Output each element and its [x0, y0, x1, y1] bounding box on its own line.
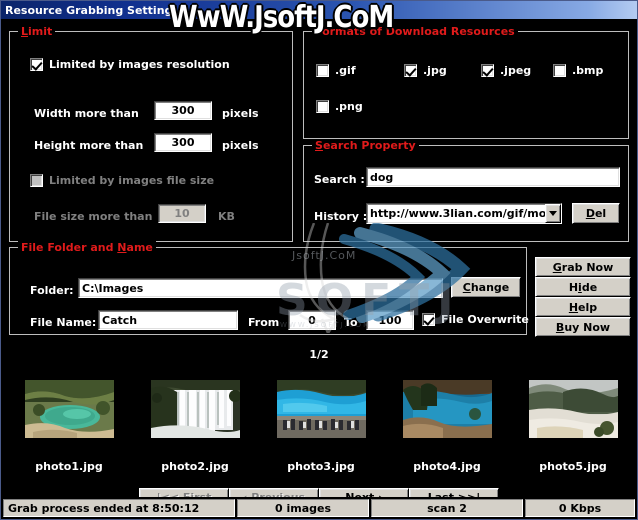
- format-label-jpg: .jpg: [423, 64, 447, 77]
- search-property-group: Search Property Search : dog History : h…: [303, 139, 629, 242]
- format-checkbox-png[interactable]: .png: [316, 100, 363, 113]
- status-speed: 0 Kbps: [525, 499, 635, 517]
- checkbox-box[interactable]: [404, 64, 417, 77]
- search-input-value: dog: [370, 170, 394, 184]
- status-message: Grab process ended at 8:50:12: [3, 499, 235, 517]
- width-unit-label: pixels: [222, 107, 259, 120]
- thumbnail-name-5: photo5.jpg: [539, 460, 607, 473]
- file-folder-group: File Folder and Name Folder: C:\Images C…: [9, 241, 529, 335]
- filesize-unit-label: KB: [218, 210, 235, 223]
- format-label-gif: .gif: [335, 64, 356, 77]
- file-folder-legend: File Folder and Name: [18, 241, 156, 254]
- help-button[interactable]: Help: [535, 297, 631, 317]
- format-label-png: .png: [335, 100, 363, 113]
- status-bar: Grab process ended at 8:50:12 0 images s…: [1, 497, 637, 519]
- status-images-count: 0 images: [237, 499, 369, 517]
- thumbnail-image-4[interactable]: [403, 380, 492, 438]
- to-label: To: [344, 316, 358, 329]
- format-label-jpeg: .jpeg: [500, 64, 532, 77]
- checkbox-box[interactable]: [30, 174, 43, 187]
- format-checkbox-jpg[interactable]: .jpg: [404, 64, 447, 77]
- filesize-input[interactable]: 10: [158, 204, 206, 223]
- thumbnail-name-1: photo1.jpg: [35, 460, 103, 473]
- file-name-input[interactable]: Catch: [98, 310, 238, 330]
- page-indicator: 1/2: [309, 348, 329, 361]
- limit-by-filesize-checkbox[interactable]: Limited by images file size: [30, 174, 214, 187]
- height-unit-label: pixels: [222, 139, 259, 152]
- thumbnail-image-3[interactable]: [277, 380, 366, 438]
- format-checkbox-jpeg[interactable]: .jpeg: [481, 64, 531, 77]
- photo-preview: [529, 380, 618, 438]
- height-input[interactable]: 300: [154, 133, 212, 152]
- width-more-than-label: Width more than: [34, 107, 139, 120]
- search-input[interactable]: dog: [366, 167, 620, 187]
- width-input[interactable]: 300: [154, 101, 212, 120]
- height-input-value: 300: [171, 136, 195, 149]
- format-label-bmp: .bmp: [572, 64, 604, 77]
- client-area: Limit Limited by images resolution Width…: [1, 19, 637, 507]
- grab-now-button[interactable]: Grab Now: [535, 257, 631, 277]
- change-folder-button[interactable]: Change: [451, 277, 521, 298]
- file-name-input-value: Catch: [102, 313, 138, 327]
- photo-preview: [403, 380, 492, 438]
- file-overwrite-label: File Overwrite: [441, 313, 529, 326]
- height-more-than-label: Height more than: [34, 139, 144, 152]
- thumbnail-name-2: photo2.jpg: [161, 460, 229, 473]
- checkbox-box[interactable]: [422, 313, 435, 326]
- filesize-more-than-label: File size more than: [34, 210, 153, 223]
- from-input-value: 0: [308, 313, 316, 327]
- checkbox-box[interactable]: [481, 64, 494, 77]
- file-overwrite-checkbox[interactable]: File Overwrite: [422, 313, 529, 326]
- window-title: Resource Grabbing Setting: [5, 3, 173, 17]
- folder-input-value: C:\Images: [82, 281, 144, 295]
- history-value: http://www.3lian.com/gif/more.: [370, 207, 545, 220]
- limit-by-resolution-checkbox[interactable]: Limited by images resolution: [30, 58, 230, 71]
- chevron-down-icon[interactable]: [545, 204, 561, 223]
- photo-preview: [25, 380, 114, 438]
- hide-button[interactable]: Hi de: [535, 277, 631, 297]
- thumbnail-image-5[interactable]: [529, 380, 618, 438]
- thumbnail-name-3: photo3.jpg: [287, 460, 355, 473]
- limit-by-filesize-label: Limited by images file size: [49, 174, 215, 187]
- formats-group-legend: Formats of Download Resources: [312, 25, 518, 38]
- filesize-input-value: 10: [174, 207, 190, 220]
- to-input[interactable]: 100: [366, 310, 414, 330]
- photo-preview: [151, 380, 240, 438]
- format-checkbox-gif[interactable]: .gif: [316, 64, 356, 77]
- photo-preview: [277, 380, 366, 438]
- title-bar: Resource Grabbing Setting: [1, 1, 637, 19]
- folder-input[interactable]: C:\Images: [78, 278, 443, 298]
- checkbox-box[interactable]: [316, 64, 329, 77]
- folder-label: Folder:: [30, 284, 74, 297]
- thumbnail-name-4: photo4.jpg: [413, 460, 481, 473]
- limit-group: Limit Limited by images resolution Width…: [9, 25, 293, 242]
- thumbnail-image-2[interactable]: [151, 380, 240, 438]
- checkbox-box[interactable]: [316, 100, 329, 113]
- file-name-label: File Name:: [30, 316, 97, 329]
- checkbox-box[interactable]: [30, 58, 43, 71]
- limit-by-resolution-label: Limited by images resolution: [49, 58, 230, 71]
- formats-group: Formats of Download Resources .gif .jpg …: [303, 25, 629, 139]
- width-input-value: 300: [171, 104, 195, 117]
- format-checkbox-bmp[interactable]: .bmp: [553, 64, 603, 77]
- status-scan: scan 2: [371, 499, 523, 517]
- application-window: Resource Grabbing Setting Limit Limited …: [0, 0, 638, 520]
- from-label: From: [248, 316, 280, 329]
- checkbox-box[interactable]: [553, 64, 566, 77]
- search-label: Search :: [314, 173, 365, 186]
- thumbnail-image-1[interactable]: [25, 380, 114, 438]
- buy-now-button[interactable]: Buy Now: [535, 317, 631, 337]
- search-property-legend: Search Property: [312, 139, 419, 152]
- to-input-value: 100: [378, 313, 402, 327]
- delete-history-button[interactable]: Del: [572, 203, 620, 224]
- limit-group-legend: Limit: [18, 25, 56, 38]
- history-dropdown[interactable]: http://www.3lian.com/gif/more.: [366, 203, 562, 224]
- from-input[interactable]: 0: [288, 310, 336, 330]
- history-label: History :: [314, 210, 368, 223]
